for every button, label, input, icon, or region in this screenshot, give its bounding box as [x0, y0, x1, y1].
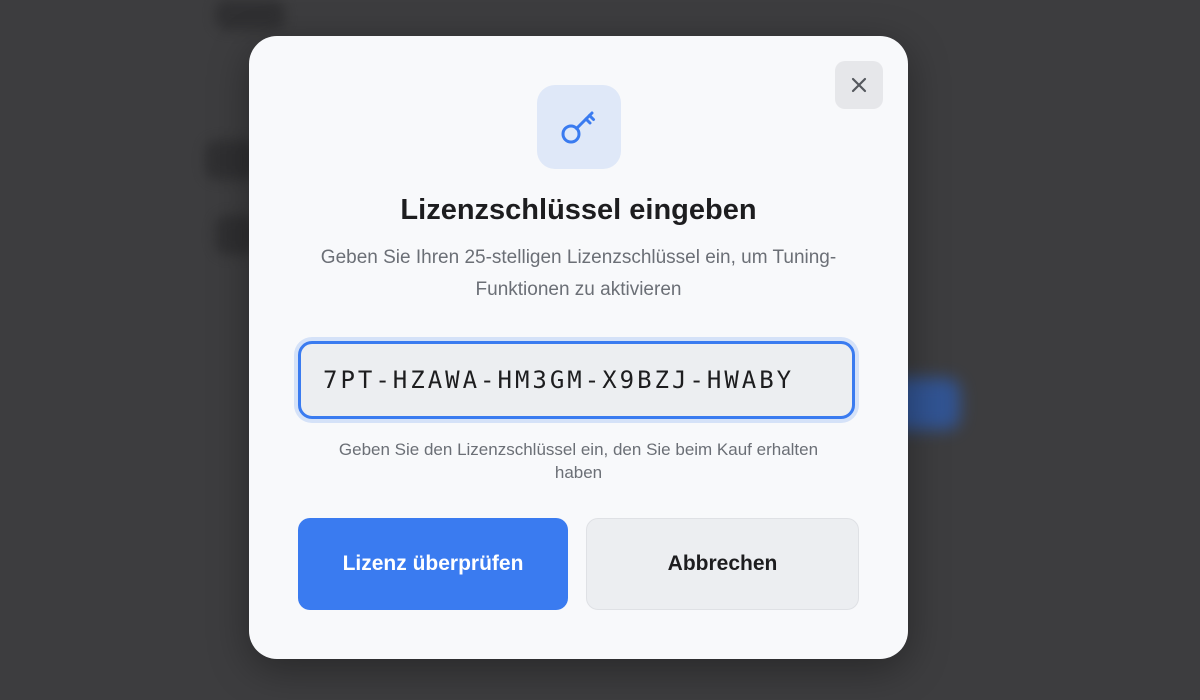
background-blur-shape: [215, 0, 285, 30]
verify-license-button[interactable]: Lizenz überprüfen: [298, 518, 568, 610]
close-icon: [851, 77, 867, 93]
dialog-subtitle: Geben Sie Ihren 25-stelligen Lizenzschlü…: [320, 247, 837, 300]
key-icon: [561, 111, 595, 144]
license-key-input[interactable]: [298, 341, 855, 419]
input-hint: Geben Sie den Lizenzschlüssel ein, den S…: [338, 440, 819, 482]
background-blur-shape: [205, 140, 255, 180]
cancel-button[interactable]: Abbrechen: [586, 518, 859, 610]
key-icon-tile: [537, 85, 621, 169]
dialog-title: Lizenzschlüssel eingeben: [400, 194, 757, 226]
license-dialog: Lizenzschlüssel eingeben Geben Sie Ihren…: [249, 36, 908, 659]
background-app: Lizenzschlüssel eingeben Geben Sie Ihren…: [0, 0, 1200, 700]
close-button[interactable]: [835, 61, 883, 109]
